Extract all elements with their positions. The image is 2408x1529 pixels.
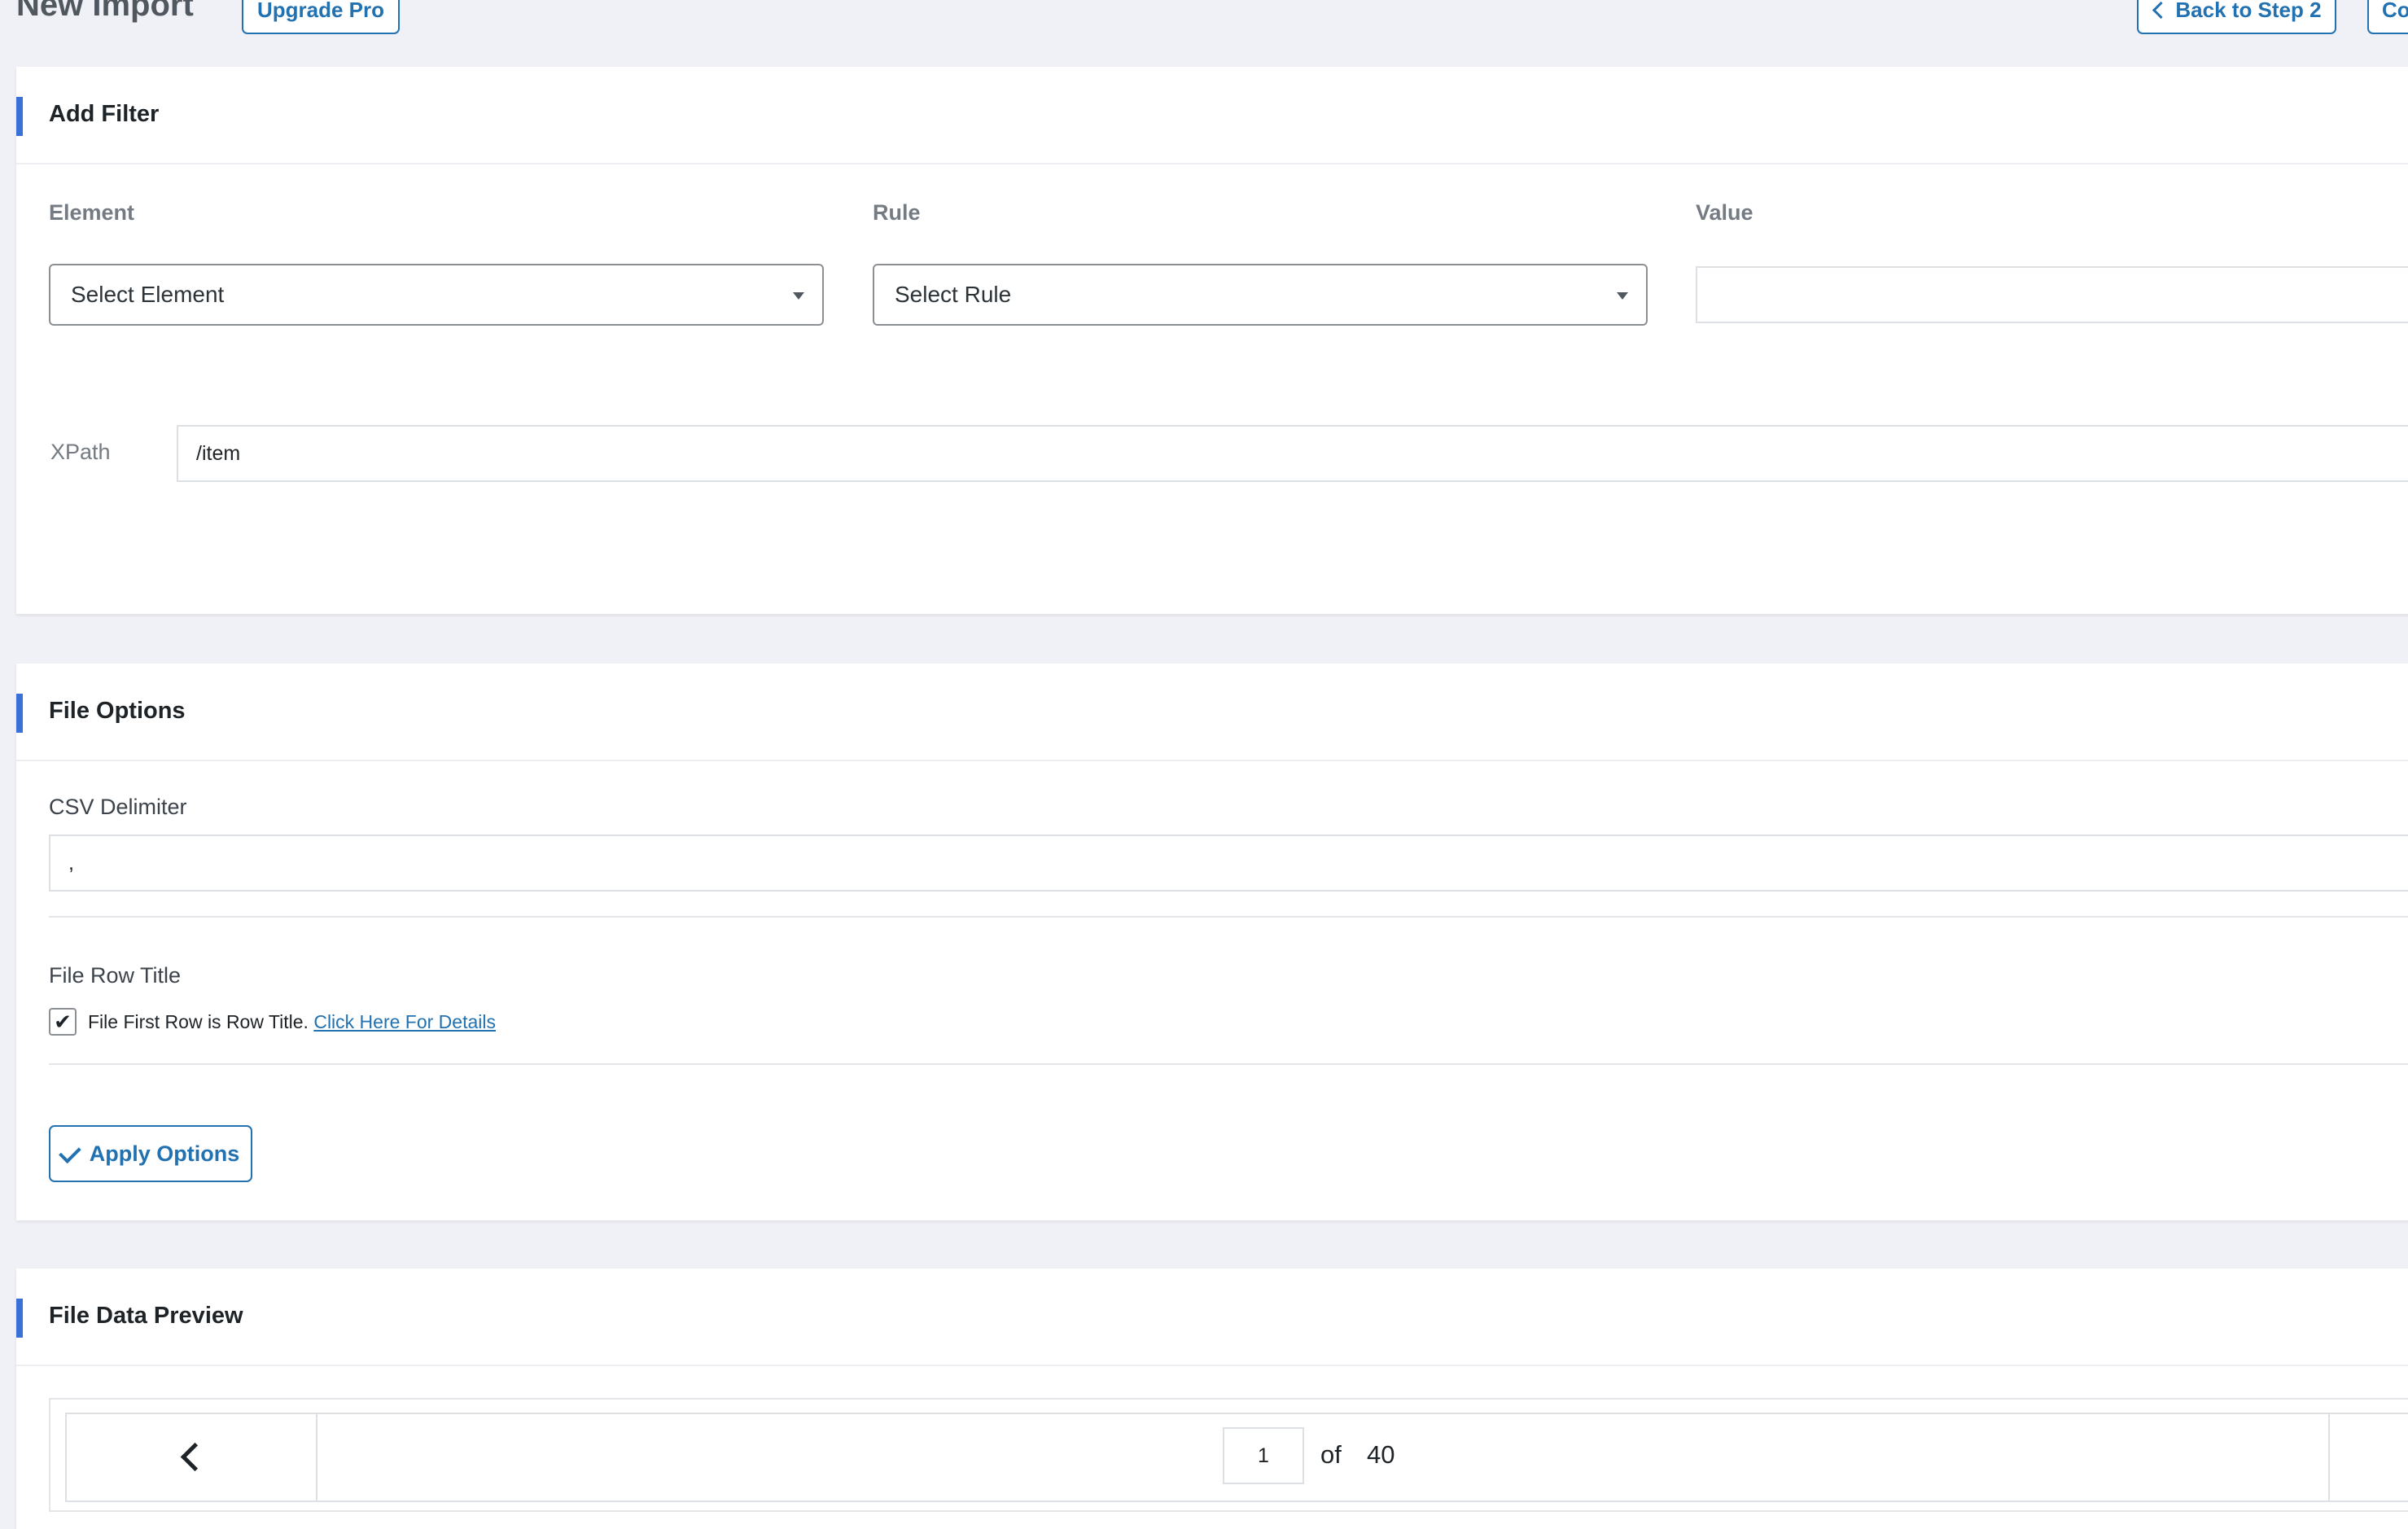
back-to-step-2-label: Back to Step 2 [2175, 0, 2322, 22]
checkmark-icon: ✔ [54, 1010, 72, 1034]
add-filter-header: Add Filter [16, 67, 2408, 164]
section-accent-bar [16, 97, 23, 136]
chevron-left-icon [2152, 1, 2170, 19]
prev-page-button[interactable] [67, 1414, 317, 1501]
add-filter-card: Add Filter Element Select Element Rule S… [16, 67, 2408, 614]
add-filter-title: Add Filter [49, 101, 160, 127]
element-label: Element [49, 200, 135, 225]
details-link[interactable]: Click Here For Details [313, 1011, 496, 1032]
divider [49, 916, 2408, 918]
file-options-header: File Options [16, 664, 2408, 761]
chevron-left-icon [180, 1442, 210, 1472]
rule-select-value: Select Rule [895, 282, 1012, 307]
back-to-step-2-button[interactable]: Back to Step 2 [2137, 0, 2336, 34]
section-accent-bar [16, 1299, 23, 1338]
csv-delimiter-label: CSV Delimiter [49, 795, 187, 819]
element-select-value: Select Element [71, 282, 225, 307]
divider [49, 1063, 2408, 1065]
continue-label: Co [2382, 0, 2408, 22]
file-row-title-label: File Row Title [49, 963, 182, 988]
value-label: Value [1696, 200, 1753, 225]
row-title-checkbox-text-wrap: File First Row is Row Title. Click Here … [88, 1011, 496, 1033]
file-options-title: File Options [49, 698, 186, 724]
continue-button[interactable]: Co [2367, 0, 2408, 34]
file-data-preview-title: File Data Preview [49, 1303, 243, 1329]
caret-down-icon [793, 292, 804, 300]
csv-delimiter-input[interactable]: , [49, 835, 2408, 892]
upgrade-pro-label: Upgrade Pro [256, 0, 385, 22]
element-select[interactable]: Select Element [49, 264, 824, 326]
file-data-preview-card: File Data Preview 1 of 40 [16, 1268, 2408, 1529]
file-data-preview-header: File Data Preview [16, 1268, 2408, 1366]
check-icon [58, 1141, 81, 1163]
xpath-input[interactable]: /item [177, 425, 2408, 482]
file-options-card: File Options CSV Delimiter , File Row Ti… [16, 664, 2408, 1220]
row-title-checkbox[interactable]: ✔ [49, 1008, 77, 1036]
page-title: New Import [16, 0, 194, 23]
page-of-label: of [1320, 1440, 1342, 1469]
preview-pager: 1 of 40 [65, 1413, 2408, 1502]
caret-down-icon [1617, 292, 1628, 300]
value-input[interactable] [1696, 266, 2408, 323]
upgrade-pro-button[interactable]: Upgrade Pro [242, 0, 400, 34]
row-title-checkbox-text: File First Row is Row Title. [88, 1011, 309, 1032]
rule-select[interactable]: Select Rule [873, 264, 1648, 326]
rule-label: Rule [873, 200, 921, 225]
preview-table-frame: 1 of 40 [49, 1398, 2408, 1512]
page-number-input[interactable]: 1 [1223, 1427, 1304, 1484]
xpath-label: XPath [50, 440, 111, 464]
apply-options-button[interactable]: Apply Options [49, 1125, 252, 1182]
page-total: 40 [1367, 1440, 1395, 1469]
apply-options-label: Apply Options [89, 1141, 240, 1166]
section-accent-bar [16, 694, 23, 733]
next-page-divider [2328, 1414, 2330, 1501]
